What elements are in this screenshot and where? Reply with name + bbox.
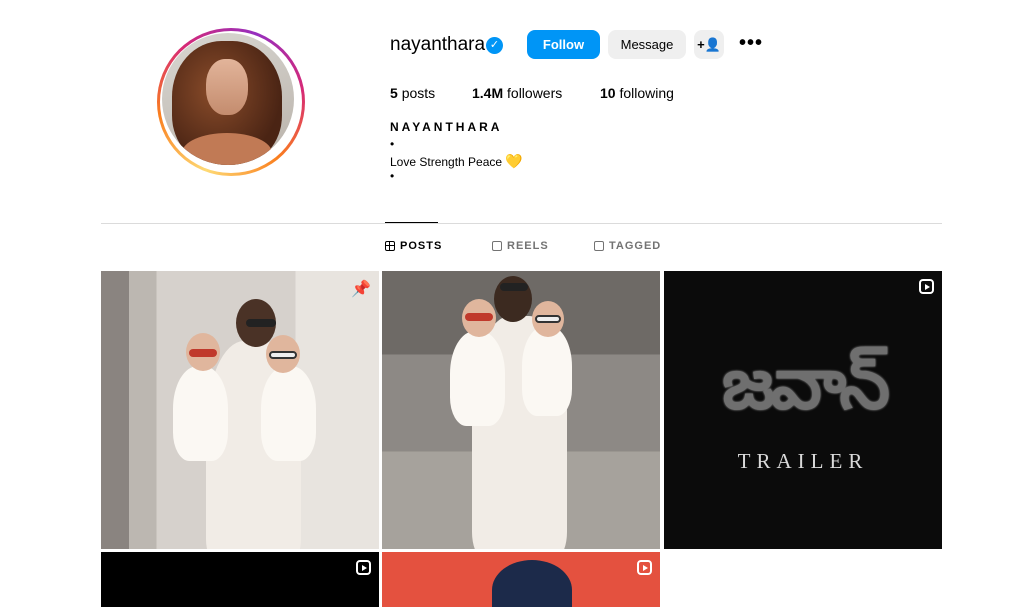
following-count: 10 xyxy=(600,85,616,101)
post-2-baby-left-glasses xyxy=(465,313,493,321)
tab-reels[interactable]: REELS xyxy=(492,240,549,252)
post-thumbnail-5[interactable] xyxy=(382,552,660,607)
profile-avatar[interactable] xyxy=(157,28,305,176)
reels-icon xyxy=(492,241,502,251)
post-2-baby-right xyxy=(522,326,572,416)
post-thumbnail-2[interactable] xyxy=(382,271,660,549)
tab-tagged[interactable]: TAGGED xyxy=(594,240,661,252)
bio-line-1: • xyxy=(390,137,395,151)
grid-icon xyxy=(385,241,395,251)
yellow-heart-icon: 💛 xyxy=(505,153,523,169)
follow-button[interactable]: Follow xyxy=(527,30,600,59)
profile-username: nayanthara xyxy=(390,34,486,55)
post-2-sunglasses xyxy=(500,283,528,291)
post-thumbnail-1[interactable]: 📌 xyxy=(101,271,379,549)
more-options-icon[interactable]: ••• xyxy=(738,33,764,55)
avatar-face xyxy=(206,59,248,115)
bio-line-3: • xyxy=(390,169,395,183)
following-stat[interactable]: 10 following xyxy=(600,85,674,101)
post-2-baby-right-glasses xyxy=(535,315,561,323)
reel-icon xyxy=(919,279,934,294)
post-thumbnail-4[interactable] xyxy=(101,552,379,607)
active-tab-indicator xyxy=(385,222,438,223)
post-1-baby-left-glasses xyxy=(189,349,217,357)
post-3-caption: TRAILER xyxy=(737,449,869,473)
post-1-sunglasses xyxy=(246,319,276,327)
message-button[interactable]: Message xyxy=(608,30,686,59)
bio-line-2: Love Strength Peace 💛 xyxy=(390,153,523,170)
posts-label: posts xyxy=(401,85,436,101)
tab-tagged-label: TAGGED xyxy=(609,240,662,252)
reel-icon xyxy=(356,560,371,575)
post-1-baby-right xyxy=(261,366,316,461)
post-thumbnail-3[interactable]: జవాన్ TRAILER xyxy=(664,271,942,549)
posts-count: 5 xyxy=(390,85,398,101)
avatar-photo xyxy=(162,33,294,165)
suggested-accounts-icon[interactable]: +👤 xyxy=(694,30,724,59)
section-divider xyxy=(101,223,942,224)
following-label: following xyxy=(619,85,674,101)
avatar-shoulder xyxy=(182,133,272,165)
bio-text: Love Strength Peace xyxy=(390,155,503,169)
reel-icon xyxy=(637,560,652,575)
tab-posts[interactable]: POSTS xyxy=(385,240,442,252)
post-1-baby-left xyxy=(173,366,228,461)
post-5-figure xyxy=(492,560,572,607)
followers-stat[interactable]: 1.4M followers xyxy=(472,85,562,101)
tab-posts-label: POSTS xyxy=(400,240,443,252)
posts-count-stat: 5 posts xyxy=(390,85,435,101)
post-1-baby-right-glasses xyxy=(269,351,297,359)
tagged-icon xyxy=(594,241,604,251)
tab-reels-label: REELS xyxy=(507,240,549,252)
post-3-title-art: జవాన్ xyxy=(721,341,890,425)
followers-label: followers xyxy=(507,85,563,101)
verified-badge-icon: ✓ xyxy=(486,37,503,54)
pin-icon: 📌 xyxy=(351,281,371,298)
post-2-baby-left xyxy=(450,331,505,426)
followers-count: 1.4M xyxy=(472,85,504,101)
profile-full-name: NAYANTHARA xyxy=(390,120,503,134)
